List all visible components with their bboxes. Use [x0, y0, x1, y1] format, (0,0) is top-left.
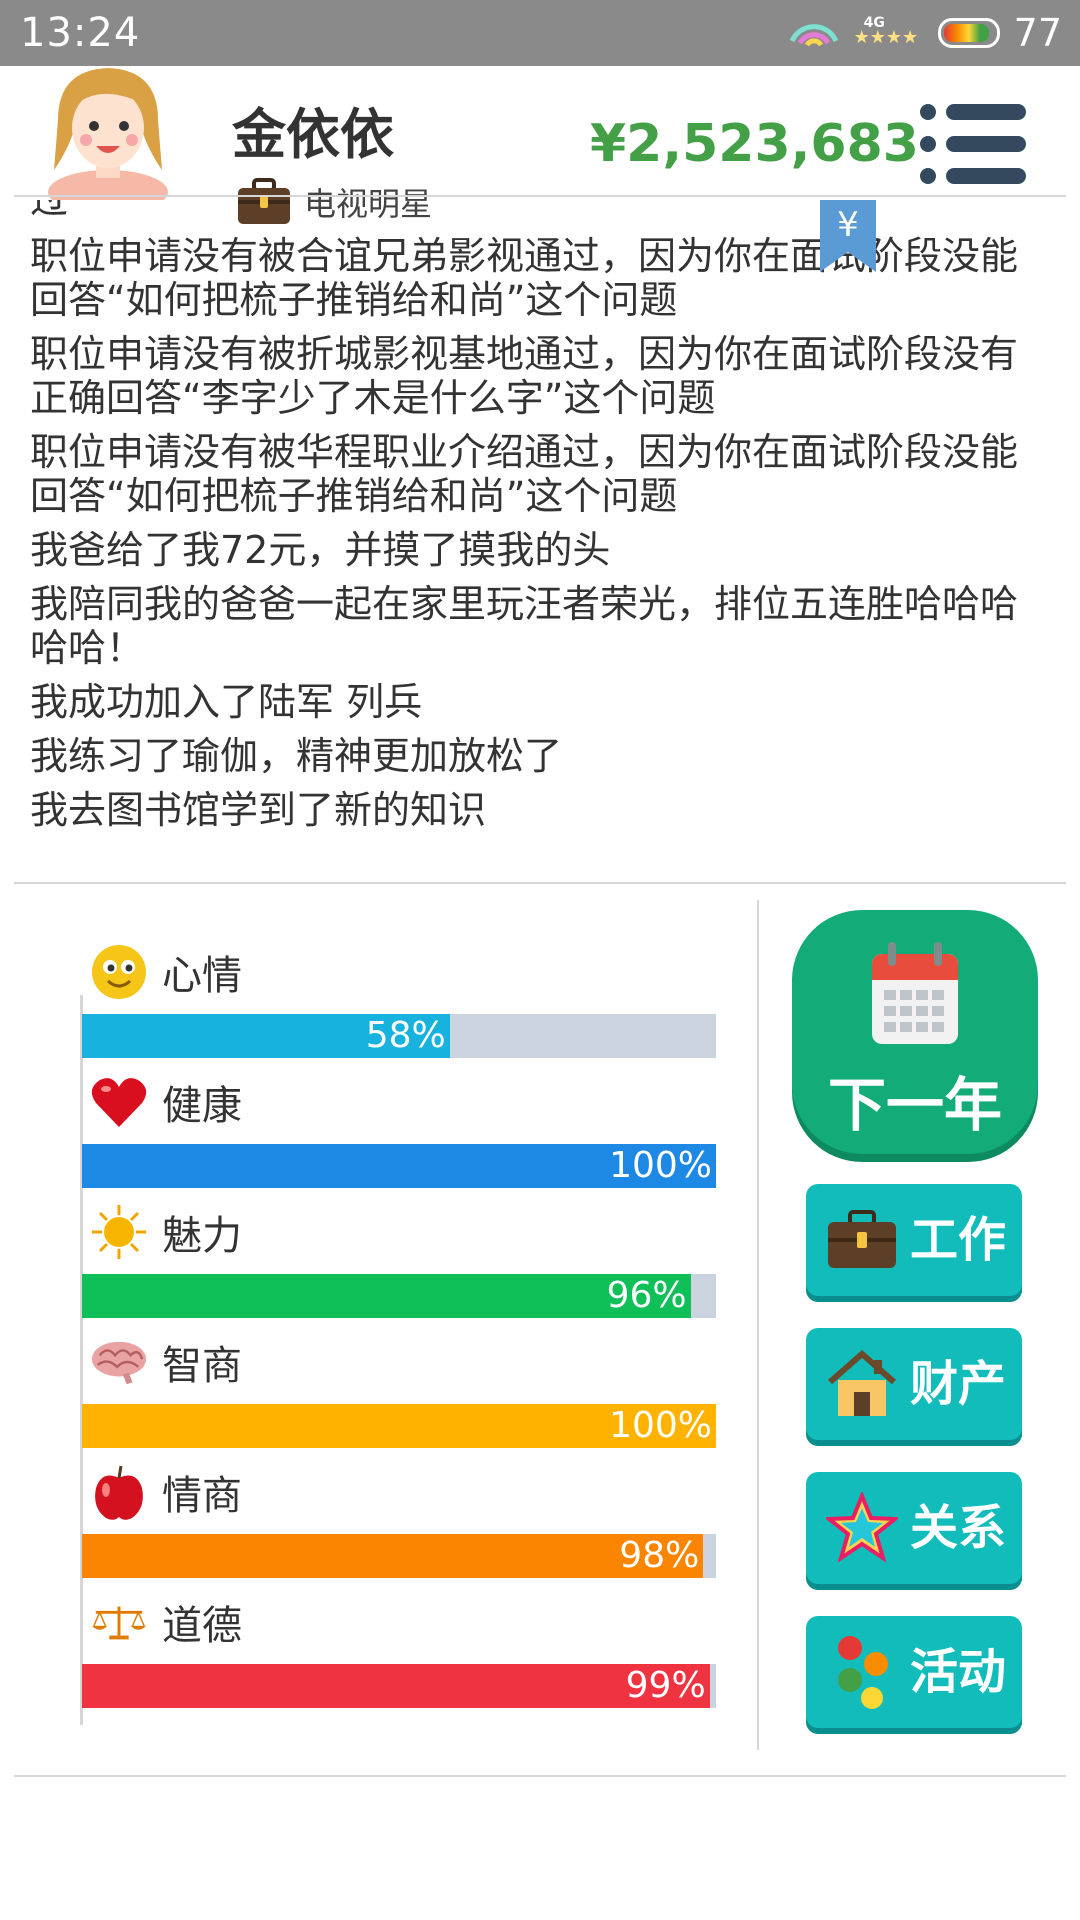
next-year-label: 下一年: [827, 1071, 1002, 1139]
stat-bar: 58%: [82, 1014, 716, 1058]
calendar-icon: [872, 942, 958, 1044]
activity-dots-icon: [824, 1634, 900, 1710]
stat-bar: 96%: [82, 1274, 716, 1318]
event-log[interactable]: 过 职位申请没有被合谊兄弟影视通过，因为你在面试阶段没能回答“如何把梳子推销给和…: [0, 200, 1080, 880]
stat-health: 健康 100%: [80, 1070, 720, 1200]
list-item: 我练习了瑜伽，精神更加放松了: [30, 734, 563, 778]
heart-icon: [90, 1073, 148, 1131]
relations-button[interactable]: 关系: [806, 1472, 1022, 1584]
bottom-divider: [14, 1775, 1066, 1777]
list-item: 我去图书馆学到了新的知识: [30, 788, 487, 832]
stat-value: 100%: [609, 1405, 712, 1446]
stat-value: 100%: [609, 1145, 712, 1186]
stat-value: 96%: [606, 1275, 687, 1316]
list-item: 我陪同我的爸爸一起在家里玩汪者荣光，排位五连胜哈哈哈哈哈！: [30, 582, 1019, 670]
stat-value: 99%: [625, 1665, 706, 1706]
stat-bar: 100%: [82, 1404, 716, 1448]
list-item: 我成功加入了陆军 列兵: [30, 680, 423, 724]
stat-eq: 情商 98%: [80, 1460, 720, 1590]
stat-mood: 心情 58%: [80, 940, 720, 1070]
panel-divider: [757, 900, 759, 1750]
stat-bar: 98%: [82, 1534, 716, 1578]
stat-charm: 魅力 96%: [80, 1200, 720, 1330]
stats-panel: 心情 58% 健康 100% 魅力 96% 智商 100% 情商 98% 道德 …: [80, 940, 720, 1730]
list-item: 我爸给了我72元，并摸了摸我的头: [30, 528, 611, 572]
stat-label: 魅力: [162, 1213, 242, 1259]
property-button[interactable]: 财产: [806, 1328, 1022, 1440]
list-item: 职位申请没有被华程职业介绍通过，因为你在面试阶段没能回答“如何把梳子推销给和尚”…: [30, 430, 1019, 518]
log-list: 职位申请没有被合谊兄弟影视通过，因为你在面试阶段没能回答“如何把梳子推销给和尚”…: [30, 234, 1040, 842]
player-name: 金依依: [232, 103, 394, 166]
relations-label: 关系: [910, 1500, 1007, 1556]
property-label: 财产: [910, 1356, 1007, 1412]
scales-icon: [90, 1593, 148, 1651]
smiley-icon: [90, 943, 148, 1001]
stat-label: 情商: [162, 1473, 242, 1519]
log-divider: [14, 882, 1066, 884]
battery-icon: [937, 18, 1000, 48]
profile-header: 金依依 电视明星 ¥2,523,683: [0, 50, 1080, 224]
stat-value: 98%: [619, 1535, 700, 1576]
svg-text:¥: ¥: [837, 205, 859, 245]
apple-icon: [90, 1463, 148, 1521]
star-icon: [824, 1490, 900, 1566]
list-item: 职位申请没有被折城影视基地通过，因为你在面试阶段没有正确回答“李字少了木是什么字…: [30, 332, 1019, 420]
stat-morality: 道德 99%: [80, 1590, 720, 1720]
menu-icon[interactable]: [920, 104, 1026, 186]
list-item: 职位申请没有被合谊兄弟影视通过，因为你在面试阶段没能回答“如何把梳子推销给和尚”…: [30, 234, 1019, 322]
yen-bookmark-icon[interactable]: ¥: [820, 200, 876, 272]
brain-icon: [90, 1333, 148, 1391]
stat-iq: 智商 100%: [80, 1330, 720, 1460]
stat-label: 心情: [162, 953, 242, 999]
wifi-icon: [789, 24, 838, 47]
next-year-button[interactable]: 下一年: [792, 910, 1038, 1154]
stat-label: 道德: [162, 1603, 242, 1649]
log-partial-line: 过: [30, 200, 69, 222]
house-icon: [824, 1346, 900, 1422]
stat-label: 健康: [162, 1083, 242, 1129]
stat-value: 58%: [365, 1015, 446, 1056]
header-divider: [14, 195, 1066, 197]
money-balance: ¥2,523,683: [590, 114, 919, 174]
work-button[interactable]: 工作: [806, 1184, 1022, 1296]
stat-bar: 99%: [82, 1664, 716, 1708]
battery-level: 77: [1013, 11, 1062, 55]
avatar[interactable]: [38, 60, 178, 200]
stat-label: 智商: [162, 1343, 242, 1389]
signal-icon: 4G ★★★★: [853, 15, 919, 48]
sun-icon: [90, 1203, 148, 1261]
activities-label: 活动: [910, 1644, 1007, 1700]
stat-bar: 100%: [82, 1144, 716, 1188]
work-label: 工作: [910, 1212, 1007, 1268]
activities-button[interactable]: 活动: [806, 1616, 1022, 1728]
briefcase-icon: [824, 1202, 900, 1278]
